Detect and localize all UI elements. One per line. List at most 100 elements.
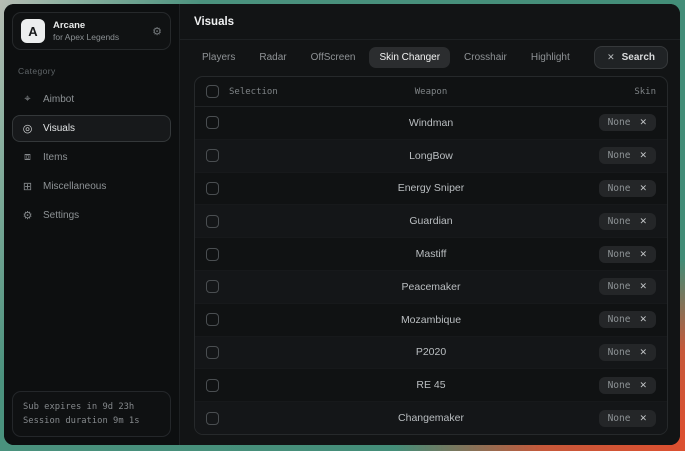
row-checkbox[interactable]	[206, 149, 219, 162]
weapon-name: Peacemaker	[195, 281, 667, 293]
skin-value: None	[608, 117, 631, 128]
close-icon[interactable]: ✕	[639, 314, 647, 325]
table-row: Changemaker None ✕	[195, 402, 667, 434]
sidebar-item[interactable]: ⌖ Aimbot	[12, 86, 171, 113]
app-logo: A	[21, 19, 45, 43]
weapon-name: Mastiff	[195, 248, 667, 260]
subscription-card: Sub expires in 9d 23h Session duration 9…	[12, 391, 171, 437]
close-icon[interactable]: ✕	[639, 347, 647, 358]
close-icon: ✕	[607, 52, 615, 63]
sidebar-item[interactable]: ⧈ Items	[12, 144, 171, 171]
table-row: RE 45 None ✕	[195, 369, 667, 402]
skin-select-chip[interactable]: None ✕	[599, 246, 656, 263]
tab[interactable]: Crosshair	[454, 47, 517, 68]
row-checkbox[interactable]	[206, 215, 219, 228]
tab[interactable]: Highlight	[521, 47, 580, 68]
skin-value: None	[608, 281, 631, 292]
sidebar-nav: ⌖ Aimbot ◎ Visuals ⧈ Items ⊞ Miscellaneo…	[12, 86, 171, 229]
row-checkbox[interactable]	[206, 412, 219, 425]
main-panel: Visuals Players Radar OffScreen Skin Cha…	[180, 4, 680, 445]
row-checkbox[interactable]	[206, 313, 219, 326]
skin-select-chip[interactable]: None ✕	[599, 213, 656, 230]
close-icon[interactable]: ✕	[639, 413, 647, 424]
skin-value: None	[608, 380, 631, 391]
skin-value: None	[608, 183, 631, 194]
skin-select-chip[interactable]: None ✕	[599, 311, 656, 328]
table-row: Energy Sniper None ✕	[195, 173, 667, 206]
weapon-name: Changemaker	[195, 412, 667, 424]
close-icon[interactable]: ✕	[639, 380, 647, 391]
row-checkbox[interactable]	[206, 248, 219, 261]
close-icon[interactable]: ✕	[639, 150, 647, 161]
close-icon[interactable]: ✕	[639, 183, 647, 194]
row-checkbox[interactable]	[206, 379, 219, 392]
skin-value: None	[608, 216, 631, 227]
sidebar-item-label: Items	[43, 152, 67, 163]
close-icon[interactable]: ✕	[639, 117, 647, 128]
sidebar-item-icon: ⧈	[21, 151, 34, 164]
weapon-name: LongBow	[195, 150, 667, 162]
table-row: LongBow None ✕	[195, 140, 667, 173]
row-checkbox[interactable]	[206, 280, 219, 293]
sidebar-item-icon: ◎	[21, 122, 34, 135]
close-icon[interactable]: ✕	[639, 281, 647, 292]
table-body: Windman None ✕ LongBow None ✕	[195, 107, 667, 434]
sidebar-item-icon: ⚙	[21, 209, 34, 222]
gear-icon[interactable]: ⚙	[152, 25, 162, 38]
row-checkbox[interactable]	[206, 182, 219, 195]
tab[interactable]: Players	[192, 47, 245, 68]
row-checkbox[interactable]	[206, 346, 219, 359]
sidebar-item[interactable]: ⊞ Miscellaneous	[12, 173, 171, 200]
table-row: Guardian None ✕	[195, 205, 667, 238]
session-duration-text: Session duration 9m 1s	[23, 414, 160, 428]
tab[interactable]: Skin Changer	[369, 47, 450, 68]
sidebar-item-label: Aimbot	[43, 94, 74, 105]
brand-text: Arcane for Apex Legends	[53, 20, 144, 43]
tabs-row: Players Radar OffScreen Skin Changer Cro…	[180, 40, 680, 74]
tab[interactable]: OffScreen	[301, 47, 366, 68]
page-title: Visuals	[194, 16, 234, 28]
table-row: Mastiff None ✕	[195, 238, 667, 271]
sidebar-item-label: Visuals	[43, 123, 75, 134]
brand-card: A Arcane for Apex Legends ⚙	[12, 12, 171, 50]
sidebar-item[interactable]: ⚙ Settings	[12, 202, 171, 229]
skin-value: None	[608, 347, 631, 358]
main-header: Visuals	[180, 4, 680, 40]
table-row: Mozambique None ✕	[195, 304, 667, 337]
skin-value: None	[608, 249, 631, 260]
weapon-name: Energy Sniper	[195, 182, 667, 194]
sidebar-item-label: Settings	[43, 210, 79, 221]
skin-select-chip[interactable]: None ✕	[599, 344, 656, 361]
close-icon[interactable]: ✕	[639, 249, 647, 260]
tab[interactable]: Radar	[249, 47, 296, 68]
table-row: Peacemaker None ✕	[195, 271, 667, 304]
table-row: P2020 None ✕	[195, 337, 667, 370]
sidebar-item-label: Miscellaneous	[43, 181, 106, 192]
weapon-name: Mozambique	[195, 314, 667, 326]
weapon-name: RE 45	[195, 379, 667, 391]
weapon-name: Guardian	[195, 215, 667, 227]
skin-value: None	[608, 314, 631, 325]
skin-select-chip[interactable]: None ✕	[599, 278, 656, 295]
skin-select-chip[interactable]: None ✕	[599, 114, 656, 131]
weapon-name: P2020	[195, 346, 667, 358]
skin-value: None	[608, 150, 631, 161]
skin-value: None	[608, 413, 631, 424]
skin-table: Selection Weapon Skin Windman None ✕	[194, 76, 668, 435]
row-checkbox[interactable]	[206, 116, 219, 129]
skin-select-chip[interactable]: None ✕	[599, 377, 656, 394]
skin-select-chip[interactable]: None ✕	[599, 410, 656, 427]
sidebar-item-icon: ⊞	[21, 180, 34, 193]
search-button[interactable]: ✕ Search	[594, 46, 668, 69]
skin-select-chip[interactable]: None ✕	[599, 147, 656, 164]
sidebar-item-icon: ⌖	[21, 93, 34, 106]
table-row: Windman None ✕	[195, 107, 667, 140]
column-header-weapon: Weapon	[195, 87, 667, 97]
search-button-label: Search	[622, 52, 655, 63]
category-label: Category	[18, 66, 171, 76]
sidebar-item[interactable]: ◎ Visuals	[12, 115, 171, 142]
weapon-name: Windman	[195, 117, 667, 129]
close-icon[interactable]: ✕	[639, 216, 647, 227]
sidebar: A Arcane for Apex Legends ⚙ Category ⌖ A…	[4, 4, 180, 445]
skin-select-chip[interactable]: None ✕	[599, 180, 656, 197]
